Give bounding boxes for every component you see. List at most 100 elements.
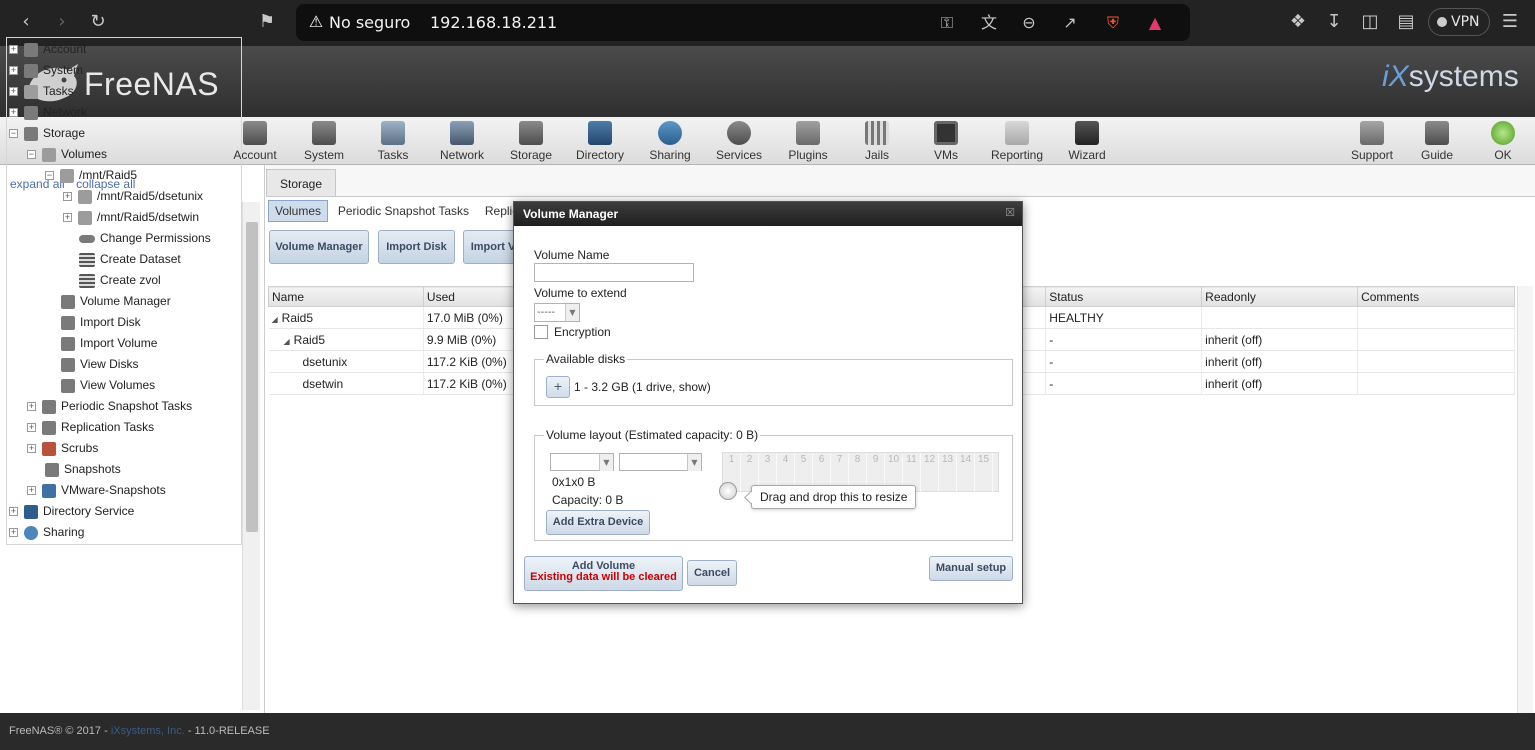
share-icon[interactable]: ↗ xyxy=(1059,12,1081,34)
encryption-checkbox[interactable] xyxy=(534,325,548,339)
toolbar-storage[interactable]: Storage xyxy=(496,121,566,165)
brave-rewards-icon[interactable]: ▲ xyxy=(1144,12,1166,34)
subtab-periodic-snapshot-tasks[interactable]: Periodic Snapshot Tasks xyxy=(332,201,475,221)
address-bar[interactable]: ⚠ No seguro 192.168.18.211 ⚿ 文 ⊖ ↗ ⛨ ▲ xyxy=(296,4,1190,41)
toolbar-jails[interactable]: Jails xyxy=(842,121,912,165)
tree-item-tasks[interactable]: + Tasks xyxy=(9,81,74,101)
tree-scrollbar[interactable] xyxy=(242,202,260,710)
resize-handle[interactable] xyxy=(719,482,737,500)
toolbar-services[interactable]: Services xyxy=(704,121,774,165)
reload-icon[interactable]: ↻ xyxy=(86,10,110,34)
volume-extend-select[interactable]: ----- ▼ xyxy=(534,303,580,322)
expand-toggle[interactable]: + xyxy=(9,108,18,118)
volume-name-input[interactable] xyxy=(534,263,694,282)
column-name[interactable]: Name xyxy=(268,286,424,307)
tree-item-view-disks[interactable]: View Disks xyxy=(61,354,138,374)
volume-manager-button[interactable]: Volume Manager xyxy=(269,230,369,264)
table-scrollbar[interactable] xyxy=(1517,286,1533,714)
subtab-volumes[interactable]: Volumes xyxy=(268,200,329,222)
tree-item-dsetunix[interactable]: + /mnt/Raid5/dsetunix xyxy=(63,186,203,206)
tree-item-vmware-snapshots[interactable]: + VMware-Snapshots xyxy=(27,480,166,500)
toolbar-tasks[interactable]: Tasks xyxy=(358,121,428,165)
toolbar-vms[interactable]: VMs xyxy=(911,121,981,165)
back-icon[interactable]: ‹ xyxy=(14,10,38,34)
tree-scrollbar-thumb[interactable] xyxy=(246,222,258,532)
sidebar-toggle-icon[interactable]: ◫ xyxy=(1358,10,1382,34)
url-text[interactable]: 192.168.18.211 xyxy=(430,13,557,32)
toolbar-plugins[interactable]: Plugins xyxy=(773,121,843,165)
tree-item-create-zvol[interactable]: Create zvol xyxy=(79,270,161,290)
toolbar-guide[interactable]: Guide xyxy=(1402,121,1472,165)
expand-toggle[interactable]: + xyxy=(27,486,36,496)
toolbar-system[interactable]: System xyxy=(289,121,359,165)
vpn-button[interactable]: VPN xyxy=(1428,8,1490,36)
tree-item-storage[interactable]: − Storage xyxy=(9,123,85,143)
column-status[interactable]: Status xyxy=(1045,286,1203,307)
tree-item-system[interactable]: + System xyxy=(9,60,83,80)
collapse-arrow-icon[interactable]: ◢ xyxy=(272,315,278,324)
tree-item-volumes[interactable]: − Volumes xyxy=(27,144,107,164)
expand-toggle[interactable]: − xyxy=(9,129,18,139)
layout-size-select[interactable]: ▼ xyxy=(619,453,702,471)
toolbar-sharing[interactable]: Sharing xyxy=(635,121,705,165)
expand-toggle[interactable]: + xyxy=(9,45,18,55)
forward-icon[interactable]: › xyxy=(50,10,74,34)
tree-item-sharing[interactable]: + Sharing xyxy=(9,522,84,542)
tree-item-import-disk[interactable]: Import Disk xyxy=(61,312,141,332)
layout-type-select[interactable]: ▼ xyxy=(550,453,614,471)
brave-shield-icon[interactable]: ⛨ xyxy=(1102,12,1124,34)
expand-toggle[interactable]: + xyxy=(27,444,36,454)
download-icon[interactable]: ↧ xyxy=(1322,10,1346,34)
tree-item-account[interactable]: + Account xyxy=(9,39,86,59)
manual-setup-button[interactable]: Manual setup xyxy=(929,556,1013,581)
tree-item-view-volumes[interactable]: View Volumes xyxy=(61,375,155,395)
tree-item-directory-service[interactable]: + Directory Service xyxy=(9,501,134,521)
zoom-out-icon[interactable]: ⊖ xyxy=(1018,12,1040,34)
collapse-arrow-icon[interactable]: ◢ xyxy=(284,337,290,346)
menu-icon[interactable]: ☰ xyxy=(1498,10,1522,34)
add-extra-device-button[interactable]: Add Extra Device xyxy=(546,510,650,535)
expand-toggle[interactable]: + xyxy=(63,192,72,202)
tree-item-dsetwin[interactable]: + /mnt/Raid5/dsetwin xyxy=(63,207,199,227)
tree-item-replication-tasks[interactable]: + Replication Tasks xyxy=(27,417,154,437)
add-disk-button[interactable]: + xyxy=(546,376,570,398)
column-comments[interactable]: Comments xyxy=(1357,286,1515,307)
close-icon[interactable]: ☒ xyxy=(1004,207,1016,219)
extensions-icon[interactable]: ❖ xyxy=(1286,10,1310,34)
security-label[interactable]: No seguro xyxy=(329,13,410,32)
tab-storage[interactable]: Storage xyxy=(266,169,336,197)
toolbar-network[interactable]: Network xyxy=(427,121,497,165)
expand-toggle[interactable]: + xyxy=(63,213,72,223)
add-volume-button[interactable]: Add Volume Existing data will be cleared xyxy=(524,556,683,591)
expand-toggle[interactable]: + xyxy=(9,87,18,97)
bookmark-icon[interactable]: ⚑ xyxy=(255,10,279,34)
toolbar-directory[interactable]: Directory xyxy=(565,121,635,165)
cancel-button[interactable]: Cancel xyxy=(687,560,737,586)
tree-item-network[interactable]: + Network xyxy=(9,102,87,122)
disk-summary[interactable]: 1 - 3.2 GB (1 drive, show) xyxy=(574,380,711,394)
tree-item-snapshots[interactable]: Snapshots xyxy=(45,459,121,479)
tree-item-create-dataset[interactable]: Create Dataset xyxy=(79,249,181,269)
expand-toggle[interactable]: + xyxy=(9,507,18,517)
tree-item-change-permissions[interactable]: Change Permissions xyxy=(79,228,211,248)
expand-toggle[interactable]: − xyxy=(27,150,36,160)
tree-item-mnt-raid5[interactable]: − /mnt/Raid5 xyxy=(45,165,137,185)
column-readonly[interactable]: Readonly xyxy=(1201,286,1359,307)
import-disk-button[interactable]: Import Disk xyxy=(378,230,455,264)
expand-toggle[interactable]: + xyxy=(27,423,36,433)
toolbar-status-ok[interactable]: OK xyxy=(1468,121,1535,165)
toolbar-reporting[interactable]: Reporting xyxy=(982,121,1052,165)
expand-toggle[interactable]: + xyxy=(9,66,18,76)
tree-item-scrubs[interactable]: + Scrubs xyxy=(27,438,98,458)
key-icon[interactable]: ⚿ xyxy=(936,12,958,34)
expand-toggle[interactable]: + xyxy=(9,528,18,538)
tree-item-periodic-snapshot-tasks[interactable]: + Periodic Snapshot Tasks xyxy=(27,396,192,416)
tree-item-import-volume[interactable]: Import Volume xyxy=(61,333,157,353)
company-link[interactable]: iXsystems, Inc. xyxy=(111,725,185,737)
toolbar-support[interactable]: Support xyxy=(1337,121,1407,165)
tree-item-volume-manager[interactable]: Volume Manager xyxy=(61,291,171,311)
translate-icon[interactable]: 文 xyxy=(978,12,1000,34)
expand-toggle[interactable]: − xyxy=(45,171,54,181)
expand-toggle[interactable]: + xyxy=(27,402,36,412)
wallet-icon[interactable]: ▤ xyxy=(1394,10,1418,34)
